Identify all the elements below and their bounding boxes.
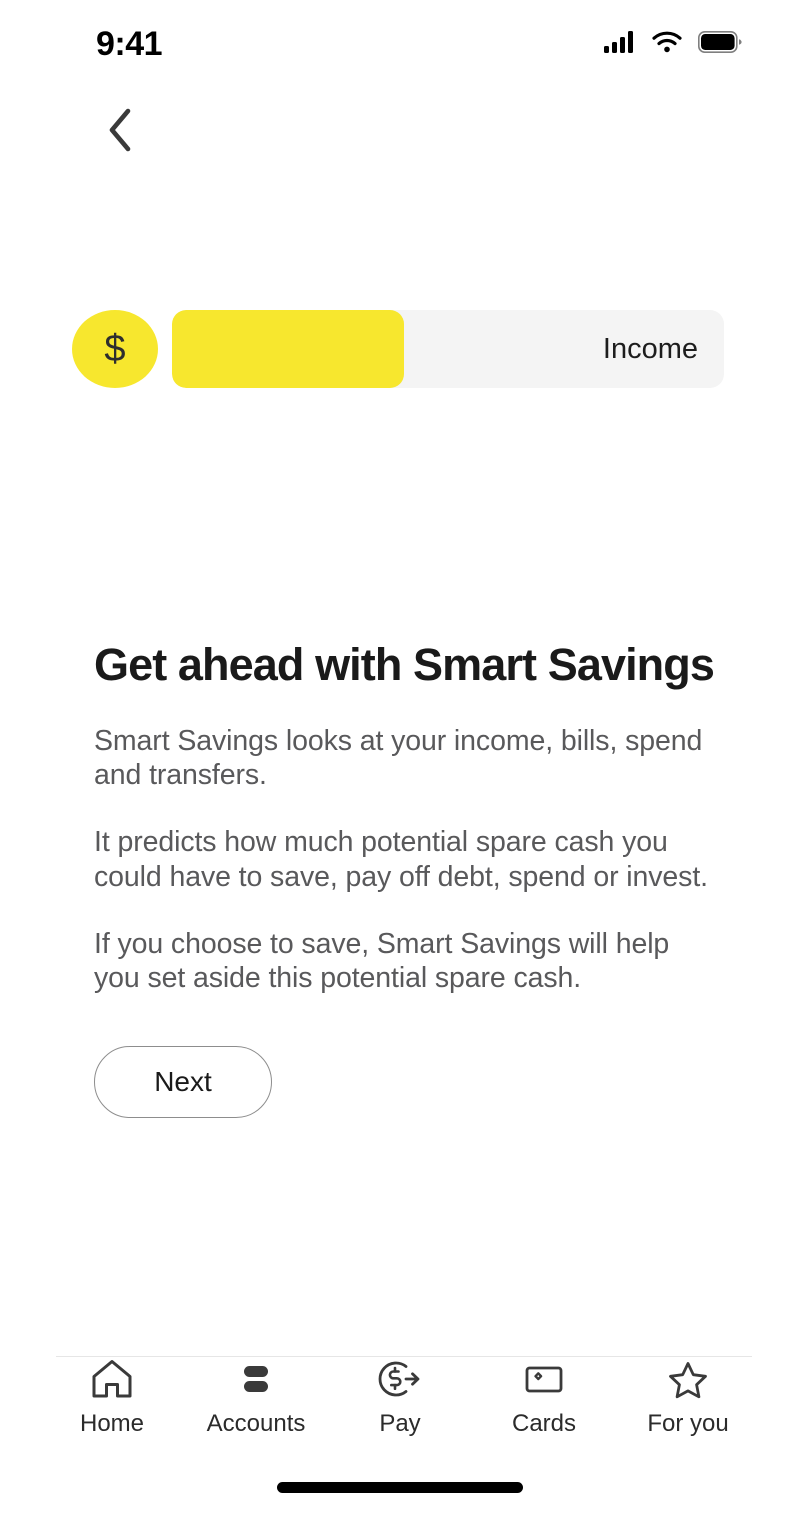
body-paragraph-3: If you choose to save, Smart Savings wil…: [94, 927, 670, 995]
body-paragraph-1: Smart Savings looks at your income, bill…: [94, 724, 703, 792]
next-button[interactable]: Next: [94, 1046, 272, 1119]
accounts-bars-icon: [234, 1357, 278, 1401]
nav-label-cards: Cards: [511, 1410, 577, 1437]
page-title: Get ahead with Smart Savings: [94, 639, 715, 690]
app-screen: 9:41 Income $ Get ahead with Smart Savin…: [0, 0, 800, 1515]
nav-item-pay[interactable]: Pay: [335, 1357, 465, 1436]
nav-label-accounts: Accounts: [206, 1410, 306, 1437]
battery-icon: [698, 30, 742, 58]
dollar-symbol: $: [104, 328, 126, 370]
nav-label-for-you: For you: [647, 1410, 729, 1437]
nav-item-for-you[interactable]: For you: [623, 1357, 753, 1436]
nav-label-pay: Pay: [379, 1410, 421, 1437]
wifi-icon: [652, 31, 682, 58]
nav-label-home: Home: [79, 1410, 145, 1437]
main-content: Get ahead with Smart Savings Smart Savin…: [94, 639, 722, 1119]
income-progress-indicator: Income $: [72, 310, 724, 388]
home-icon: [90, 1357, 134, 1401]
progress-fill: [172, 310, 404, 388]
card-icon: [521, 1357, 567, 1401]
top-navigation-bar: [0, 96, 800, 166]
body-paragraph-2: It predicts how much potential spare cas…: [94, 826, 708, 893]
back-button[interactable]: [92, 103, 148, 159]
bottom-navigation-bar: Home Accounts Pay Cards For you: [0, 1357, 800, 1459]
status-time: 9:41: [96, 25, 163, 63]
status-bar: 9:41: [0, 0, 800, 88]
status-icons: [604, 30, 742, 58]
progress-label: Income: [602, 332, 698, 365]
nav-item-home[interactable]: Home: [47, 1357, 177, 1436]
progress-track: Income: [172, 310, 724, 388]
dollar-coin-icon: $: [72, 310, 158, 388]
pay-dollar-arrow-icon: [376, 1357, 424, 1401]
home-indicator: [277, 1482, 523, 1493]
cellular-signal-icon: [604, 30, 636, 58]
back-chevron-icon: [105, 107, 135, 156]
nav-item-cards[interactable]: Cards: [479, 1357, 609, 1436]
nav-item-accounts[interactable]: Accounts: [191, 1357, 321, 1436]
star-icon: [665, 1357, 711, 1401]
